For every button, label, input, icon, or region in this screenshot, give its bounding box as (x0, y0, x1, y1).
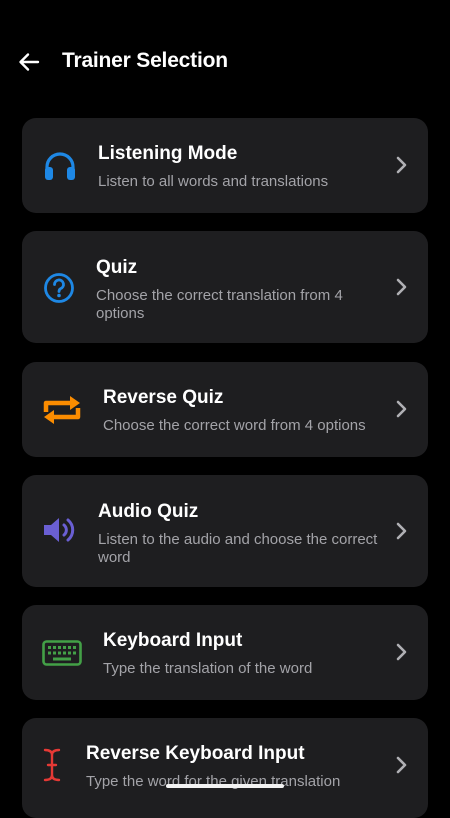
home-indicator[interactable] (166, 784, 284, 788)
keyboard-icon (42, 639, 82, 667)
trainer-description: Listen to all words and translations (98, 173, 329, 190)
chevron-right-icon (394, 277, 408, 297)
trainer-description: Type the word for the given translation (86, 773, 341, 790)
headphones-icon (42, 151, 78, 181)
speaker-icon (42, 514, 78, 546)
trainer-description: Choose the correct translation from 4 op… (96, 287, 343, 322)
repeat-arrows-icon (42, 394, 82, 426)
chevron-right-icon (394, 755, 408, 775)
page-title: Trainer Selection (62, 49, 228, 72)
chevron-right-icon (394, 155, 408, 175)
app-bar: Trainer Selection (0, 0, 450, 118)
trainer-card-reverse-quiz[interactable]: Reverse Quiz Choose the correct word fro… (22, 362, 428, 457)
arrow-left-icon (19, 53, 40, 71)
trainer-card-audio-quiz[interactable]: Audio Quiz Listen to the audio and choos… (22, 475, 428, 587)
trainer-card-keyboard-input[interactable]: Keyboard Input Type the translation of t… (22, 605, 428, 700)
text-cursor-icon (40, 747, 64, 783)
trainer-title: Keyboard Input (103, 630, 243, 651)
trainer-title: Audio Quiz (98, 501, 199, 522)
trainer-title: Reverse Quiz (103, 387, 224, 408)
question-circle-icon (42, 271, 76, 305)
trainer-card-quiz[interactable]: Quiz Choose the correct translation from… (22, 231, 428, 343)
trainer-title: Quiz (96, 257, 138, 278)
trainer-title: Listening Mode (98, 143, 238, 164)
back-button[interactable] (12, 46, 46, 78)
trainer-description: Choose the correct word from 4 options (103, 417, 366, 434)
trainer-description: Listen to the audio and choose the corre… (98, 531, 378, 566)
trainer-description: Type the translation of the word (103, 660, 313, 677)
chevron-right-icon (394, 521, 408, 541)
chevron-right-icon (394, 642, 408, 662)
chevron-right-icon (394, 399, 408, 419)
trainer-title: Reverse Keyboard Input (86, 743, 305, 764)
trainer-card-listening-mode[interactable]: Listening Mode Listen to all words and t… (22, 118, 428, 213)
trainer-card-reverse-keyboard-input[interactable]: Reverse Keyboard Input Type the word for… (22, 718, 428, 818)
